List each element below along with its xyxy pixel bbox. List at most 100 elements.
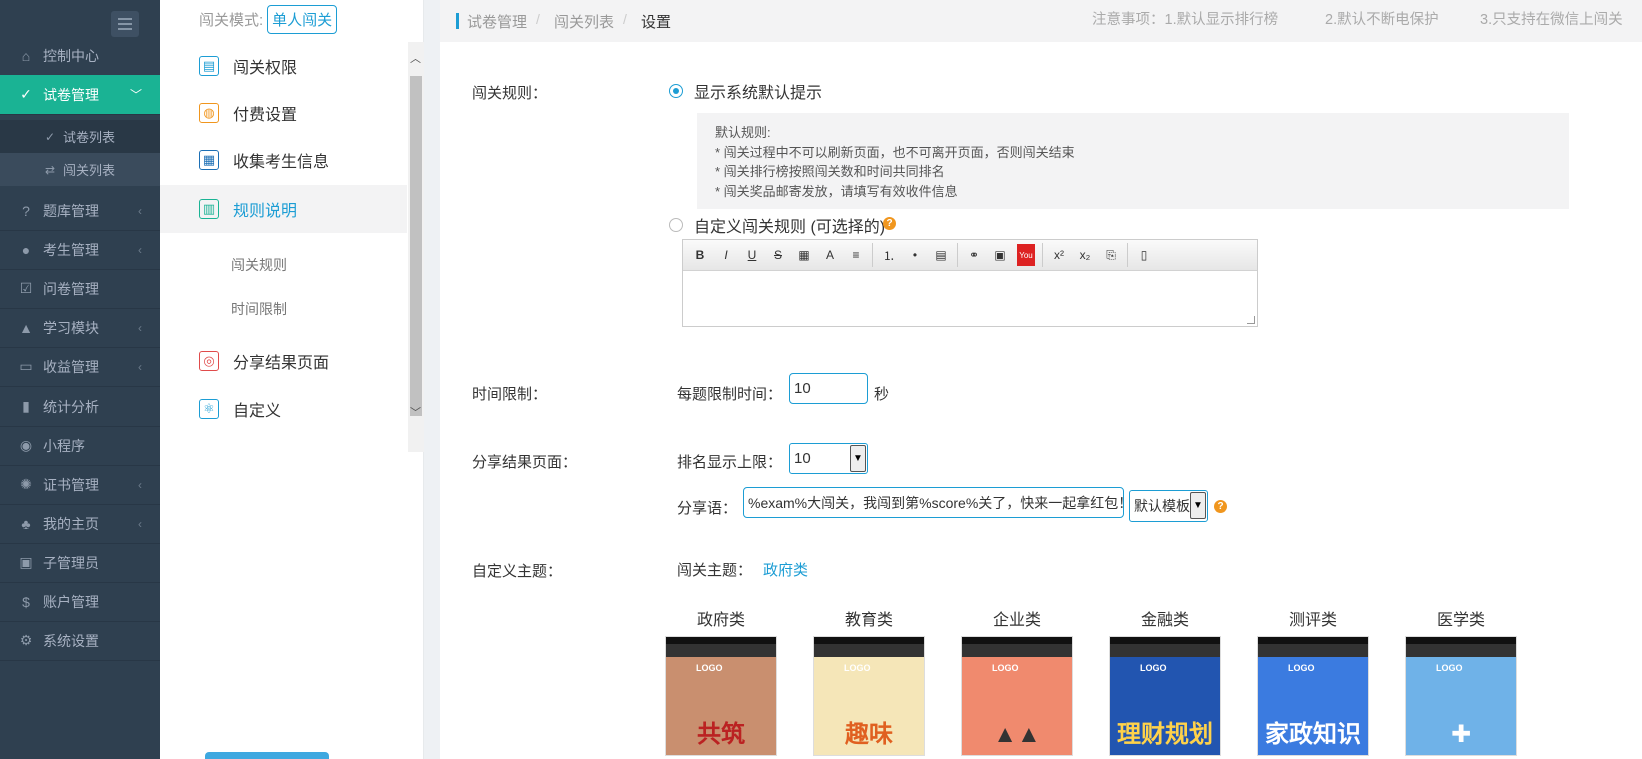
breadcrumb-item-list[interactable]: 闯关列表: [554, 11, 614, 32]
per-question-time-label: 每题限制时间：: [677, 386, 783, 403]
toolbar-button[interactable]: ▣: [987, 244, 1013, 266]
theme-card[interactable]: 金融类 LOGO 理财规划: [1109, 606, 1221, 756]
sidebar-item[interactable]: ◉ 小程序: [0, 426, 160, 466]
sidebar-subitem[interactable]: ⇄ 闯关列表: [0, 153, 160, 186]
theme-card-title: 医学类: [1436, 612, 1485, 629]
default-rules-radio[interactable]: [669, 84, 683, 98]
menu-subitem[interactable]: 时间限制: [231, 299, 287, 319]
toolbar-button[interactable]: •: [902, 244, 928, 266]
theme-card[interactable]: 测评类 LOGO 家政知识: [1257, 606, 1369, 756]
chevron-icon: ‹: [138, 242, 142, 257]
toolbar-button[interactable]: x₂: [1072, 244, 1098, 266]
chevron-icon: ‹: [138, 359, 142, 374]
theme-card[interactable]: 企业类 LOGO ▲▲: [961, 606, 1073, 756]
default-rules-box: 默认规则: * 闯关过程中不可以刷新页面，也不可离开页面，否则闯关结束 * 闯关…: [697, 113, 1569, 209]
menu-item[interactable]: ▦ 收集考生信息: [160, 136, 407, 184]
custom-rules-radio[interactable]: [669, 218, 683, 232]
phone-status-bar: [1110, 637, 1220, 644]
phone-nav-bar: [1110, 644, 1220, 657]
scroll-down-icon[interactable]: ﹀: [410, 404, 421, 420]
custom-theme-label: 自定义主题：: [472, 563, 563, 580]
menu-item[interactable]: ▥ 规则说明: [160, 185, 407, 233]
sidebar-item[interactable]: ▭ 收益管理 ‹: [0, 347, 160, 387]
rich-text-editor[interactable]: B I U S ▦ A ≡ ⒈ • ▤ ⚭ ▣ You x² x₂ ⎘ ▯: [682, 239, 1258, 327]
check-circle-icon: ✓: [20, 86, 32, 102]
chevron-down-icon: ▼: [1190, 492, 1206, 519]
scroll-up-icon[interactable]: ︿: [410, 50, 421, 66]
breadcrumb-item-exam[interactable]: 试卷管理: [467, 11, 527, 32]
toolbar-button[interactable]: ⎘: [1098, 244, 1124, 266]
phone-status-bar: [1406, 637, 1516, 644]
checkbox-icon: ☑: [19, 280, 33, 296]
menu-item[interactable]: ◎ 分享结果页面: [160, 337, 407, 385]
logo-icon: LOGO: [1140, 663, 1167, 673]
toolbar-button[interactable]: ≡: [843, 244, 869, 266]
theme-card[interactable]: 教育类 LOGO 趣味: [813, 606, 925, 756]
menu-subitem[interactable]: 闯关规则: [231, 255, 287, 275]
sidebar-item[interactable]: ♣ 我的主页 ‹: [0, 504, 160, 544]
toolbar-button[interactable]: ▯: [1131, 244, 1157, 266]
sidebar-item[interactable]: ? 题库管理 ‹: [0, 191, 160, 231]
editor-toolbar: B I U S ▦ A ≡ ⒈ • ▤ ⚭ ▣ You x² x₂ ⎘ ▯: [683, 240, 1257, 271]
sidebar-item[interactable]: ✺ 证书管理 ‹: [0, 465, 160, 505]
sidebar-item-label: 问卷管理: [43, 280, 99, 297]
toolbar-button[interactable]: ▤: [928, 244, 954, 266]
time-limit-label: 时间限制：: [472, 386, 548, 403]
sidebar-item[interactable]: ✓ 试卷管理 ﹀: [0, 75, 170, 115]
sidebar-item[interactable]: ⚙ 系统设置: [0, 621, 160, 661]
sidebar-item[interactable]: ● 考生管理 ‹: [0, 230, 160, 270]
selected-theme-link[interactable]: 政府类: [763, 559, 808, 580]
custom-rules-option[interactable]: 自定义闯关规则 (可选择的): [694, 213, 885, 237]
sidebar-item-label: 控制中心: [43, 47, 99, 64]
shuffle-icon: ⇄: [44, 162, 56, 177]
sidebar-item[interactable]: ⌂ 控制中心: [0, 36, 160, 76]
breadcrumb-separator: /: [623, 11, 627, 27]
rule-line: * 闯关奖品邮寄发放，请填写有效收件信息: [715, 183, 958, 199]
menu-toggle-button[interactable]: [111, 11, 139, 37]
theme-card[interactable]: 医学类 LOGO ✚: [1405, 606, 1517, 756]
sidebar-item[interactable]: $ 账户管理: [0, 582, 160, 622]
menu-item[interactable]: ⚛ 自定义: [160, 385, 407, 433]
rank-limit-select[interactable]: 10 ▼: [789, 443, 868, 474]
time-limit-input[interactable]: 10: [789, 373, 868, 404]
rule-line: * 闯关过程中不可以刷新页面，也不可离开页面，否则闯关结束: [715, 144, 1075, 160]
help-icon[interactable]: ?: [1214, 500, 1227, 513]
sidebar-item[interactable]: ▲ 学习模块 ‹: [0, 308, 160, 348]
toolbar-button[interactable]: You: [1017, 244, 1035, 266]
toolbar-button[interactable]: x²: [1046, 244, 1072, 266]
check-circle-icon: ✓: [44, 129, 56, 144]
theme-card[interactable]: 政府类 LOGO 共筑: [665, 606, 777, 756]
toolbar-button[interactable]: I: [713, 244, 739, 266]
theme-card-title: 企业类: [992, 612, 1041, 629]
toolbar-button[interactable]: ⚭: [961, 244, 987, 266]
logo-icon: LOGO: [992, 663, 1019, 673]
mode-badge[interactable]: 单人闯关: [267, 5, 338, 34]
sidebar-item[interactable]: ▣ 子管理员: [0, 543, 160, 583]
toolbar-separator: [957, 243, 958, 267]
menu-item[interactable]: ◍ 付费设置: [160, 89, 407, 137]
sidebar-subitem[interactable]: ✓ 试卷列表: [0, 120, 160, 153]
sidebar-item[interactable]: ▮ 统计分析: [0, 387, 160, 427]
mode-label: 闯关模式:: [199, 12, 264, 29]
default-rules-option[interactable]: 显示系统默认提示: [694, 79, 822, 103]
notice-text: 2.默认不断电保护: [1325, 12, 1439, 28]
mode-row: 闯关模式: 单人闯关: [199, 5, 338, 34]
sidebar-item-label: 账户管理: [43, 593, 99, 610]
toolbar-button[interactable]: ⒈: [876, 244, 902, 266]
toolbar-button[interactable]: B: [687, 244, 713, 266]
sidebar-item-label: 我的主页: [43, 515, 99, 532]
toolbar-button[interactable]: ▦: [791, 244, 817, 266]
resize-handle-icon[interactable]: [1247, 316, 1255, 324]
scroll-thumb[interactable]: [410, 76, 422, 416]
menu-scrollbar[interactable]: ︿ ﹀: [408, 42, 424, 452]
toolbar-button[interactable]: A: [817, 244, 843, 266]
toolbar-button[interactable]: S: [765, 244, 791, 266]
sidebar-item-label: 小程序: [43, 437, 85, 454]
sidebar-item[interactable]: ☑ 问卷管理: [0, 269, 160, 309]
menu-item[interactable]: ▤ 闯关权限: [160, 42, 407, 90]
save-button[interactable]: [205, 752, 329, 759]
template-select[interactable]: 默认模板 ▼: [1129, 490, 1208, 522]
share-phrase-input[interactable]: %exam%大闯关，我闯到第%score%关了，快来一起拿红包！: [743, 487, 1124, 518]
help-icon[interactable]: ?: [883, 217, 896, 230]
toolbar-button[interactable]: U: [739, 244, 765, 266]
